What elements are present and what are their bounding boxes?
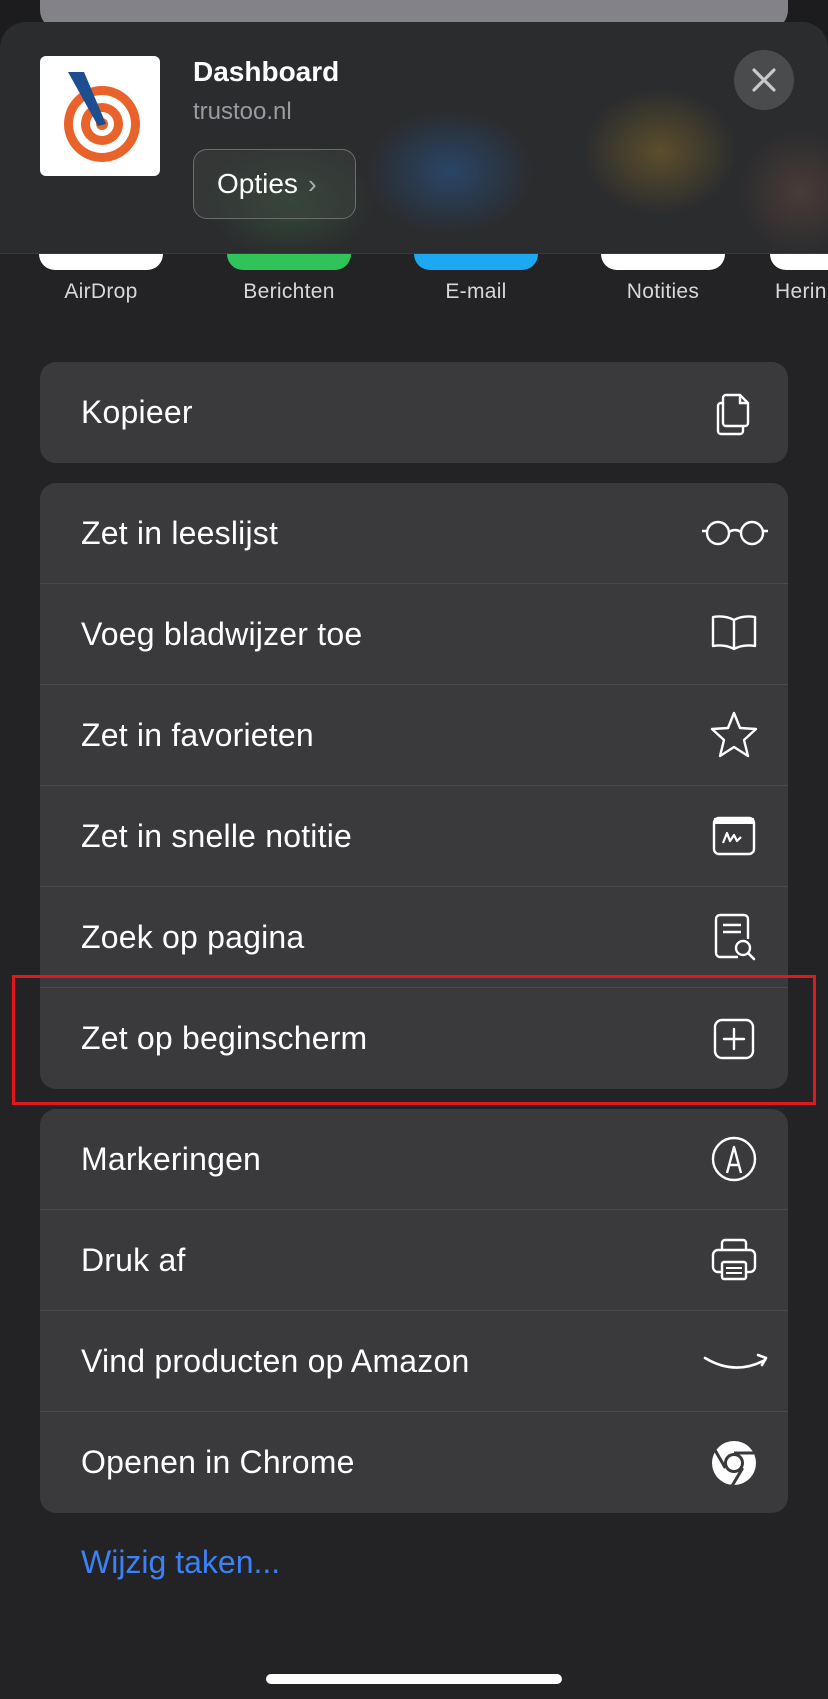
share-target-label: Notities	[626, 280, 700, 303]
close-icon	[752, 68, 776, 92]
action-label: Kopieer	[81, 394, 193, 430]
action-open-in-chrome[interactable]: Openen in Chrome	[40, 1412, 788, 1513]
chrome-icon	[708, 1437, 760, 1489]
action-add-favorites[interactable]: Zet in favorieten	[40, 685, 788, 786]
glasses-icon	[700, 507, 770, 559]
find-on-page-icon	[708, 911, 760, 963]
share-target-mail[interactable]: E-mail	[396, 254, 556, 304]
action-reading-list[interactable]: Zet in leeslijst	[40, 483, 788, 584]
share-target-label: Herin	[775, 280, 827, 303]
copy-icon	[708, 387, 760, 439]
add-square-icon	[708, 1013, 760, 1065]
action-label: Zet in favorieten	[81, 716, 314, 753]
action-label: Openen in Chrome	[81, 1444, 355, 1480]
share-target-messages[interactable]: Berichten	[209, 254, 369, 304]
mail-icon	[414, 254, 538, 270]
share-target-notes[interactable]: Notities	[583, 254, 743, 304]
star-icon	[708, 709, 760, 761]
markup-icon	[708, 1133, 760, 1185]
action-group-page: Zet in leeslijst Voeg bladwijzer toe Zet…	[40, 483, 788, 1089]
action-group-copy: Kopieer	[40, 362, 788, 463]
quick-note-icon	[708, 810, 760, 862]
chevron-right-icon: ›	[307, 168, 317, 199]
action-copy[interactable]: Kopieer	[40, 362, 788, 463]
action-group-extensions: Markeringen Druk af Vind producten op Am…	[40, 1109, 788, 1513]
messages-icon	[227, 254, 351, 270]
amazon-icon	[702, 1335, 770, 1387]
share-target-label: AirDrop	[64, 280, 138, 303]
reminders-icon	[770, 254, 828, 270]
options-button[interactable]: Opties ›	[193, 149, 356, 219]
options-label: Opties	[217, 168, 298, 199]
printer-icon	[708, 1234, 760, 1286]
action-add-bookmark[interactable]: Voeg bladwijzer toe	[40, 584, 788, 685]
action-label: Zet in leeslijst	[81, 514, 279, 551]
site-icon	[40, 56, 160, 176]
action-markup[interactable]: Markeringen	[40, 1109, 788, 1210]
share-sheet-header: Dashboard trustoo.nl Opties ›	[0, 22, 828, 254]
action-print[interactable]: Druk af	[40, 1210, 788, 1311]
close-button[interactable]	[734, 50, 794, 110]
notes-icon	[601, 254, 725, 270]
page-domain: trustoo.nl	[193, 98, 292, 125]
action-label: Markeringen	[81, 1140, 262, 1177]
home-indicator	[266, 1674, 562, 1684]
action-add-to-home-screen[interactable]: Zet op beginscherm	[40, 988, 788, 1089]
share-target-label: Berichten	[243, 280, 335, 303]
share-targets-row: AirDrop Berichten E-mail Notities Herin	[0, 254, 828, 334]
book-icon	[708, 608, 760, 660]
airdrop-icon	[39, 254, 163, 270]
action-label: Zet op beginscherm	[81, 1020, 368, 1056]
share-target-label: E-mail	[445, 280, 507, 303]
action-label: Voeg bladwijzer toe	[81, 615, 363, 652]
action-label: Zoek op pagina	[81, 918, 305, 955]
page-title: Dashboard	[193, 56, 340, 87]
action-label: Vind producten op Amazon	[81, 1342, 470, 1379]
action-label: Druk af	[81, 1241, 186, 1278]
action-label: Zet in snelle notitie	[81, 817, 353, 854]
share-sheet: Dashboard trustoo.nl Opties › AirDrop Be…	[0, 22, 828, 1699]
action-find-on-page[interactable]: Zoek op pagina	[40, 887, 788, 988]
edit-actions-link[interactable]: Wijzig taken...	[81, 1544, 280, 1581]
share-target-reminders[interactable]: Herin	[770, 254, 828, 304]
share-target-airdrop[interactable]: AirDrop	[21, 254, 181, 304]
action-find-on-amazon[interactable]: Vind producten op Amazon	[40, 1311, 788, 1412]
action-quick-note[interactable]: Zet in snelle notitie	[40, 786, 788, 887]
